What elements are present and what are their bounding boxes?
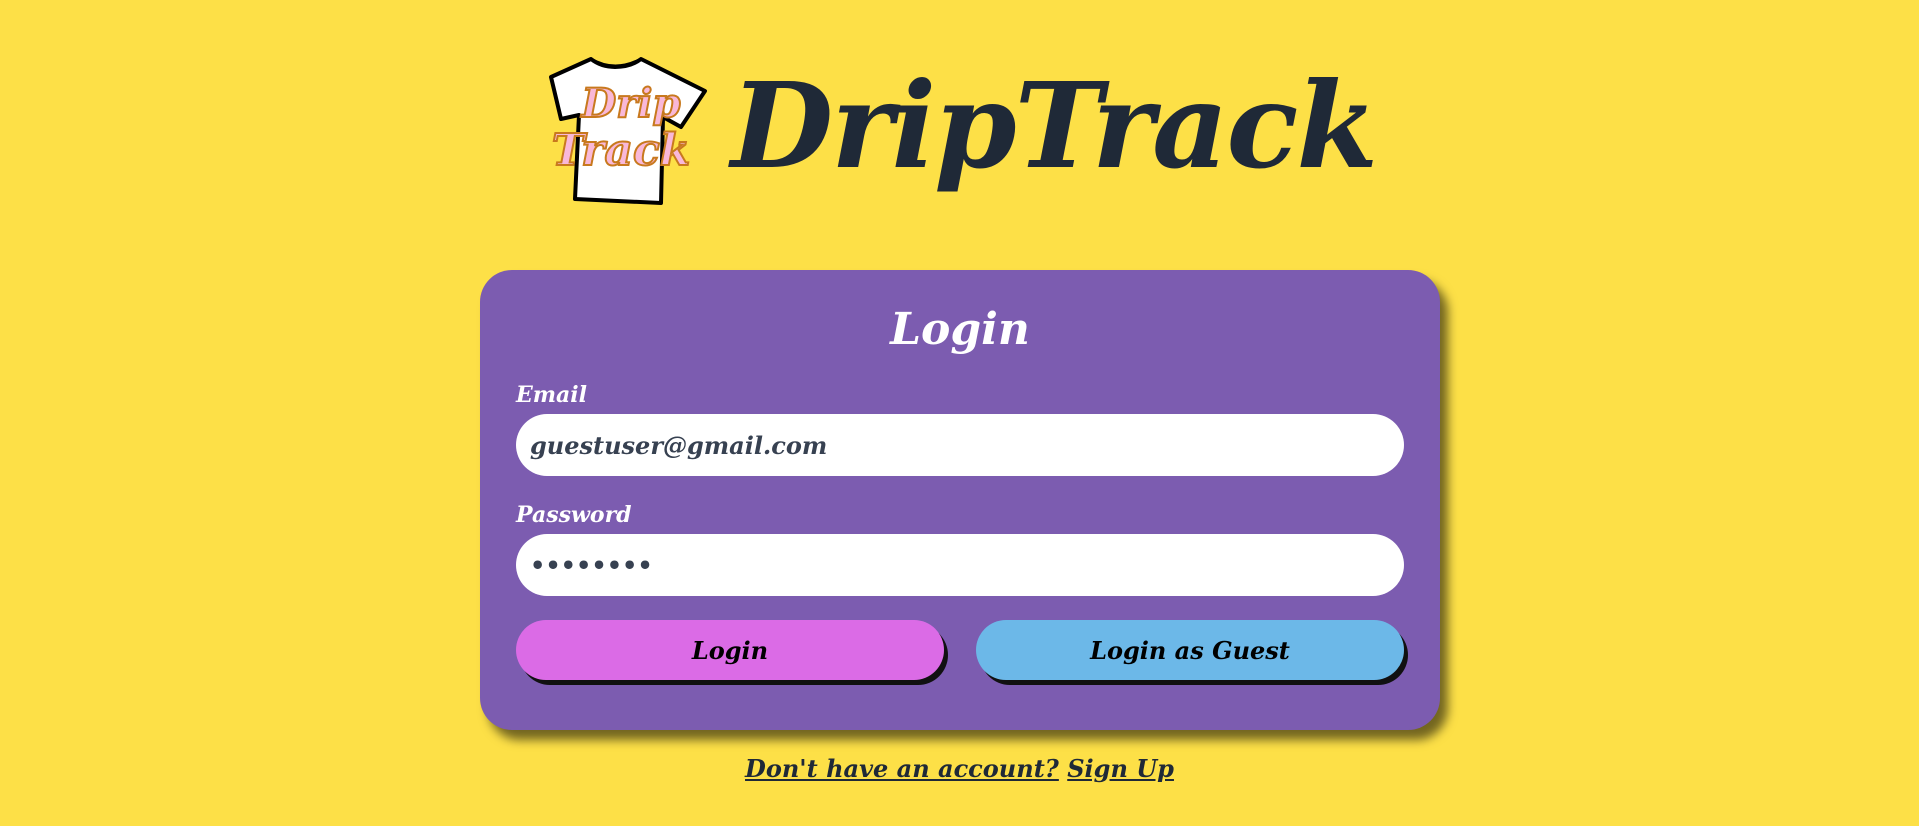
button-row: Login Login as Guest	[516, 620, 1404, 680]
password-label: Password	[516, 502, 632, 528]
password-field[interactable]	[516, 534, 1404, 596]
signup-link[interactable]: Sign Up	[1067, 754, 1174, 783]
brand-title: DripTrack	[730, 56, 1378, 195]
email-field[interactable]	[516, 414, 1404, 476]
signup-prompt-row: Don't have an account? Sign Up	[0, 754, 1919, 783]
tshirt-logo-icon: Drip Track	[543, 55, 715, 205]
signup-prompt-text: Don't have an account?	[745, 754, 1059, 783]
login-title: Login	[890, 304, 1030, 355]
login-card: Login Email Password Login Login as Gues…	[480, 270, 1440, 730]
email-label: Email	[516, 382, 588, 408]
login-as-guest-button[interactable]: Login as Guest	[976, 620, 1404, 680]
svg-text:Drip: Drip	[580, 80, 680, 127]
svg-text:Track: Track	[552, 125, 691, 176]
app-header: Drip Track DripTrack	[0, 50, 1919, 210]
login-button[interactable]: Login	[516, 620, 944, 680]
